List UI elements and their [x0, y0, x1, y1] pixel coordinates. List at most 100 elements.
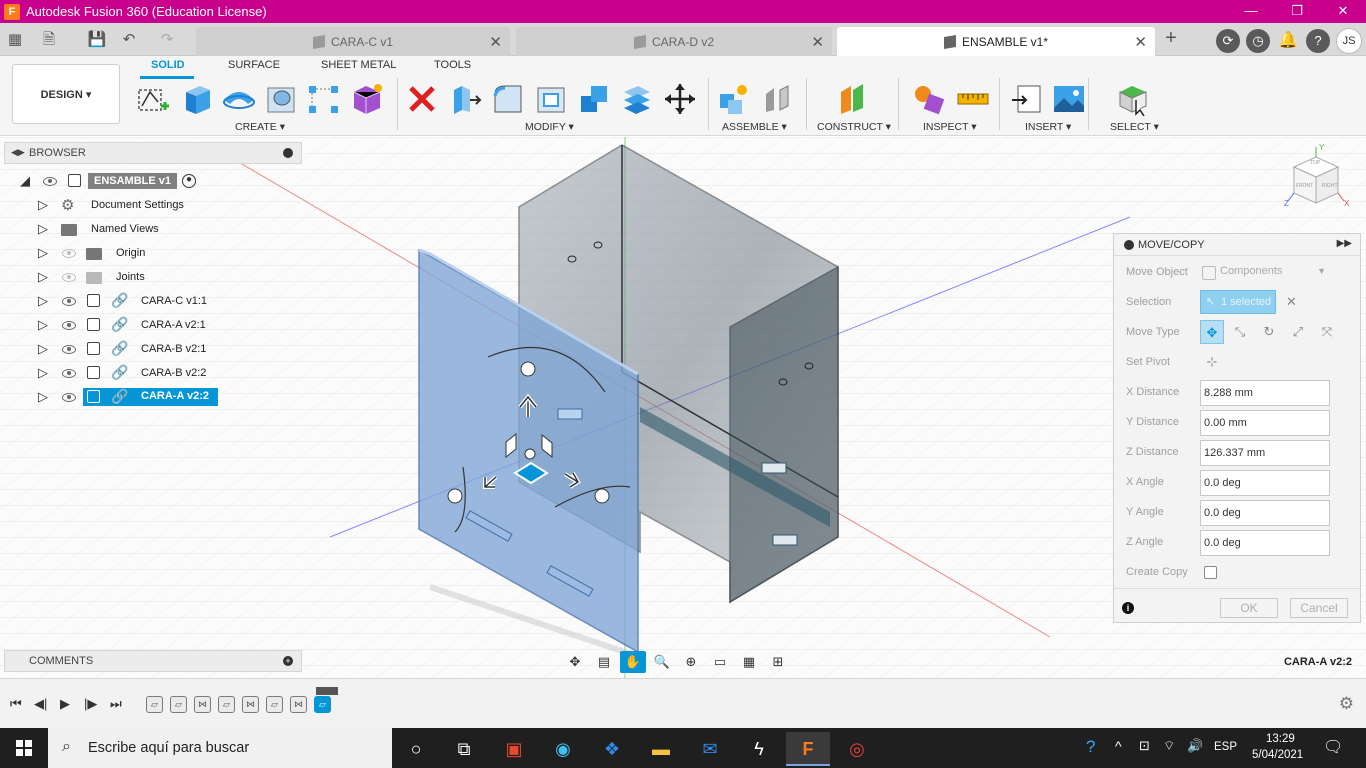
- view-cube[interactable]: TOP FRONT RIGHT Z X Y: [1284, 143, 1350, 213]
- inspect-icon[interactable]: [912, 82, 946, 116]
- office-icon[interactable]: ▣: [492, 732, 536, 766]
- grid-settings-icon[interactable]: ▦: [736, 651, 762, 673]
- new-tab-icon[interactable]: +: [1160, 27, 1182, 49]
- tab-surface[interactable]: SURFACE: [228, 59, 280, 71]
- z-distance-input[interactable]: [1200, 440, 1330, 466]
- step-forward-icon[interactable]: |▶: [84, 696, 97, 712]
- file-explorer-icon[interactable]: ▬: [639, 732, 683, 766]
- close-tab-icon[interactable]: ✕: [1134, 33, 1147, 51]
- timeline-marker[interactable]: [316, 687, 338, 695]
- minimize-button[interactable]: —: [1228, 0, 1274, 23]
- combine-icon[interactable]: [577, 82, 611, 116]
- move-object-dropdown[interactable]: Components ▼: [1200, 262, 1330, 284]
- help-tray-icon[interactable]: ?: [1086, 737, 1095, 768]
- timeline-component-item[interactable]: ▱: [146, 696, 163, 713]
- visibility-eye-icon[interactable]: [62, 345, 76, 354]
- visibility-eye-icon[interactable]: [62, 273, 76, 282]
- y-angle-input[interactable]: [1200, 500, 1330, 526]
- activate-radio-icon[interactable]: ●: [182, 174, 196, 188]
- expand-triangle-icon[interactable]: ▷: [38, 221, 48, 237]
- help-icon[interactable]: ?: [1306, 29, 1330, 53]
- wifi-icon[interactable]: ⌔: [1163, 738, 1175, 768]
- close-window-button[interactable]: ✕: [1320, 0, 1366, 23]
- collapse-browser-icon[interactable]: ◀▶: [11, 147, 25, 158]
- notification-center-icon[interactable]: 🗨: [1323, 737, 1343, 768]
- revolve-icon[interactable]: [222, 82, 256, 116]
- expand-triangle-icon[interactable]: ▷: [38, 389, 48, 405]
- pattern-icon[interactable]: [307, 82, 341, 116]
- visibility-eye-icon[interactable]: [62, 393, 76, 402]
- close-tab-icon[interactable]: ✕: [811, 33, 824, 51]
- fillet-icon[interactable]: [491, 82, 525, 116]
- tab-cara-c[interactable]: CARA-C v1 ✕: [196, 27, 510, 56]
- y-distance-input[interactable]: [1200, 410, 1330, 436]
- expand-triangle-icon[interactable]: ▷: [38, 341, 48, 357]
- dialog-minimize-icon[interactable]: [1124, 240, 1134, 250]
- zoom-icon[interactable]: 🔍: [649, 651, 675, 673]
- redo-icon[interactable]: ↷: [156, 29, 178, 51]
- cancel-button[interactable]: Cancel: [1290, 598, 1348, 618]
- pan-icon[interactable]: ✋: [620, 651, 646, 673]
- dropbox-icon[interactable]: ❖: [590, 732, 634, 766]
- browser-panel-header[interactable]: ◀▶ BROWSER: [4, 142, 302, 164]
- delete-icon[interactable]: [405, 82, 439, 116]
- select-menu[interactable]: SELECT ▾: [1110, 121, 1159, 133]
- play-icon[interactable]: ▶: [60, 696, 70, 712]
- task-view-icon[interactable]: ⧉: [442, 732, 486, 766]
- info-icon[interactable]: i: [1122, 602, 1134, 614]
- tab-solid[interactable]: SOLID: [151, 59, 185, 71]
- browser-minimize-icon[interactable]: [283, 148, 293, 158]
- edge-icon[interactable]: ◉: [541, 732, 585, 766]
- timeline-settings-gear-icon[interactable]: ⚙: [1339, 694, 1354, 714]
- fit-icon[interactable]: ⊕: [678, 651, 704, 673]
- press-pull-icon[interactable]: [448, 82, 482, 116]
- add-comment-icon[interactable]: +: [283, 656, 293, 666]
- timeline-current-item[interactable]: ▱: [314, 696, 331, 713]
- ok-button[interactable]: OK: [1220, 598, 1278, 618]
- tab-tools[interactable]: TOOLS: [434, 59, 471, 71]
- offset-plane-icon[interactable]: [835, 82, 869, 116]
- visibility-eye-icon[interactable]: [62, 249, 76, 258]
- visibility-eye-icon[interactable]: [62, 369, 76, 378]
- workspace-switcher-button[interactable]: DESIGN ▾: [12, 64, 120, 124]
- select-icon[interactable]: [1116, 82, 1150, 116]
- display-settings-icon[interactable]: ▭: [707, 651, 733, 673]
- clear-selection-icon[interactable]: ✕: [1286, 294, 1297, 310]
- apps-grid-icon[interactable]: ▦: [4, 29, 26, 51]
- orbit-icon[interactable]: ✥: [562, 651, 588, 673]
- insert-image-icon[interactable]: [1052, 82, 1086, 116]
- insert-menu[interactable]: INSERT ▾: [1025, 121, 1071, 133]
- inspect-menu[interactable]: INSPECT ▾: [923, 121, 977, 133]
- expand-triangle-icon[interactable]: ▷: [38, 197, 48, 213]
- timeline-component-item[interactable]: ▱: [170, 696, 187, 713]
- pen-app-icon[interactable]: ϟ: [737, 732, 781, 766]
- expand-triangle-icon[interactable]: ▷: [38, 293, 48, 309]
- shell-icon[interactable]: [534, 82, 568, 116]
- clock-date[interactable]: 5/04/2021: [1252, 749, 1303, 768]
- visibility-eye-icon[interactable]: [62, 321, 76, 330]
- hole-icon[interactable]: [265, 82, 299, 116]
- free-move-icon[interactable]: ✥: [1200, 320, 1224, 344]
- collapse-triangle-icon[interactable]: ◢: [20, 173, 30, 189]
- look-at-icon[interactable]: ▤: [591, 651, 617, 673]
- timeline-joint-item[interactable]: ⋈: [194, 696, 211, 713]
- windows-start-icon[interactable]: [0, 728, 48, 768]
- replace-face-icon[interactable]: [620, 82, 654, 116]
- step-back-icon[interactable]: ◀|: [34, 696, 47, 712]
- measure-icon[interactable]: [956, 82, 990, 116]
- insert-derive-icon[interactable]: [1010, 82, 1044, 116]
- expand-triangle-icon[interactable]: ▷: [38, 317, 48, 333]
- translate-icon[interactable]: ⤡: [1228, 320, 1252, 344]
- save-icon[interactable]: 💾: [86, 29, 108, 51]
- visibility-eye-icon[interactable]: [43, 177, 57, 186]
- create-sketch-icon[interactable]: [136, 82, 170, 116]
- extrude-icon[interactable]: [180, 82, 214, 116]
- timeline-joint-item[interactable]: ⋈: [290, 696, 307, 713]
- comments-panel-header[interactable]: COMMENTS +: [4, 650, 302, 672]
- expand-triangle-icon[interactable]: ▷: [38, 245, 48, 261]
- cortana-icon[interactable]: ○: [394, 732, 438, 766]
- restore-button[interactable]: ❐: [1274, 0, 1320, 23]
- new-component-icon[interactable]: [716, 82, 750, 116]
- expand-triangle-icon[interactable]: ▷: [38, 365, 48, 381]
- set-pivot-icon[interactable]: ⊹: [1200, 350, 1224, 374]
